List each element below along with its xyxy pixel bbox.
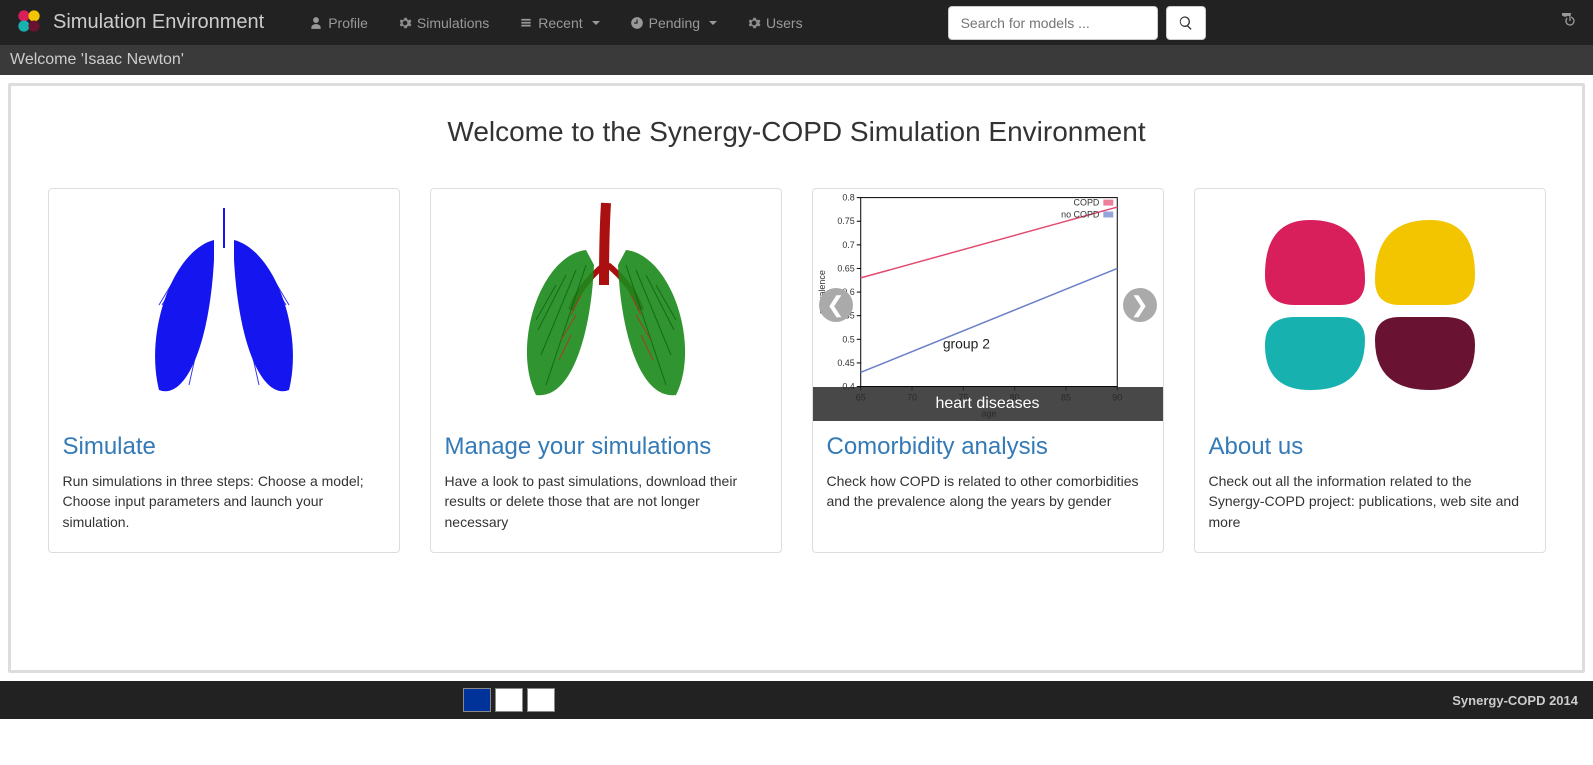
card-manage-title[interactable]: Manage your simulations: [445, 433, 767, 461]
fp7-icon: [495, 688, 523, 712]
user-icon: [309, 16, 323, 30]
simulate-thumbnail: [49, 189, 399, 421]
footer: Synergy-COPD 2014: [0, 681, 1593, 719]
nav-pending-label: Pending: [649, 15, 700, 31]
logout-button[interactable]: [1562, 13, 1578, 32]
clock-icon: [630, 16, 644, 30]
carousel-prev-button[interactable]: ❮: [819, 288, 853, 322]
card-simulate-title[interactable]: Simulate: [63, 433, 385, 461]
nav-simulations-label: Simulations: [417, 15, 489, 31]
footer-badges: [463, 688, 555, 712]
list-icon: [519, 16, 533, 30]
page-title: Welcome to the Synergy-COPD Simulation E…: [26, 116, 1567, 148]
card-simulate-text: Run simulations in three steps: Choose a…: [63, 471, 385, 532]
svg-text:COPD: COPD: [1073, 198, 1099, 208]
cards-row: Simulate Run simulations in three steps:…: [26, 188, 1567, 553]
brand-title[interactable]: Simulation Environment: [53, 11, 264, 34]
carousel-caption: heart diseases: [813, 387, 1163, 421]
svg-text:0.75: 0.75: [837, 216, 854, 226]
welcome-text: Welcome 'Isaac Newton': [10, 51, 184, 68]
svg-text:0.7: 0.7: [842, 240, 854, 250]
svg-text:0.5: 0.5: [842, 334, 854, 344]
nav-pending[interactable]: Pending: [630, 15, 717, 31]
comorbidity-carousel: 0.40.450.50.550.60.650.70.750.8657075808…: [813, 189, 1163, 421]
eu-flag-icon: [463, 688, 491, 712]
chevron-down-icon: [709, 21, 717, 25]
svg-text:0.65: 0.65: [837, 263, 854, 273]
svg-text:no COPD: no COPD: [1061, 210, 1100, 220]
nav-recent-label: Recent: [538, 15, 582, 31]
about-thumbnail: [1195, 189, 1545, 421]
nav-profile[interactable]: Profile: [309, 15, 368, 31]
search-form: [948, 6, 1206, 40]
card-about-title[interactable]: About us: [1209, 433, 1531, 461]
svg-text:0.45: 0.45: [837, 358, 854, 368]
vph-icon: [527, 688, 555, 712]
card-about: About us Check out all the information r…: [1194, 188, 1546, 553]
manage-thumbnail: [431, 189, 781, 421]
nav-users-label: Users: [766, 15, 803, 31]
nav-simulations[interactable]: Simulations: [398, 15, 489, 31]
card-comorbidity: 0.40.450.50.550.60.650.70.750.8657075808…: [812, 188, 1164, 553]
search-input[interactable]: [948, 6, 1158, 40]
nav-users[interactable]: Users: [747, 15, 803, 31]
card-comorbidity-text: Check how COPD is related to other comor…: [827, 471, 1149, 512]
gear-icon: [747, 16, 761, 30]
svg-text:0.8: 0.8: [842, 193, 854, 203]
synergy-logo-icon: [1255, 205, 1485, 405]
nav-list: Profile Simulations Recent Pending Users: [294, 15, 817, 31]
carousel-next-button[interactable]: ❯: [1123, 288, 1157, 322]
top-navbar: Simulation Environment Profile Simulatio…: [0, 0, 1593, 45]
footer-copyright: Synergy-COPD 2014: [1452, 693, 1578, 708]
svg-text:group 2: group 2: [942, 336, 989, 352]
search-icon: [1178, 15, 1194, 31]
search-button[interactable]: [1166, 6, 1206, 40]
welcome-bar: Welcome 'Isaac Newton': [0, 45, 1593, 75]
card-comorbidity-title[interactable]: Comorbidity analysis: [827, 433, 1149, 461]
chevron-down-icon: [592, 21, 600, 25]
card-simulate: Simulate Run simulations in three steps:…: [48, 188, 400, 553]
card-about-text: Check out all the information related to…: [1209, 471, 1531, 532]
card-manage: Manage your simulations Have a look to p…: [430, 188, 782, 553]
gear-icon: [398, 16, 412, 30]
nav-recent[interactable]: Recent: [519, 15, 599, 31]
card-manage-text: Have a look to past simulations, downloa…: [445, 471, 767, 532]
brand-logo-icon: [15, 7, 43, 38]
nav-profile-label: Profile: [328, 15, 368, 31]
power-icon: [1562, 13, 1578, 29]
